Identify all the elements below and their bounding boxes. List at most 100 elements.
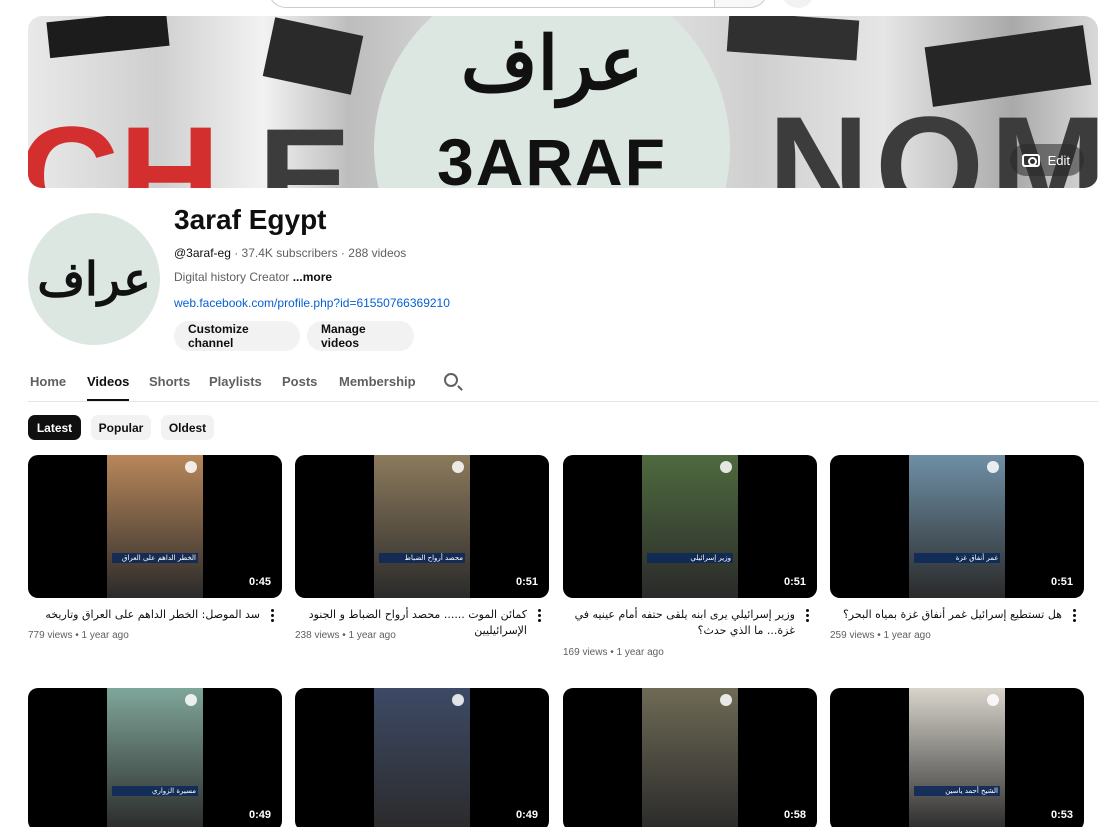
video-thumbnail[interactable]: مسيرة الزواري 0:49 [28, 688, 282, 827]
search-button[interactable] [714, 0, 768, 8]
banner-letters-red: CH [28, 97, 221, 189]
voice-search-button[interactable] [782, 0, 814, 8]
manage-videos-button[interactable]: Manage videos [307, 321, 414, 351]
channel-stats: · 37.4K subscribers · 288 videos [230, 246, 407, 260]
video-card[interactable]: غمر أنفاق غزة 0:51 هل تستطيع إسرائيل غمر أ… [830, 455, 1084, 665]
thumbnail-caption: مسيرة الزواري [112, 786, 198, 797]
video-age: 1 year ago [616, 647, 664, 658]
video-duration: 0:45 [248, 576, 271, 588]
channel-name: 3araf Egypt [174, 204, 327, 235]
meta-separator: • [874, 630, 884, 641]
menu-dot [271, 619, 274, 622]
video-card[interactable]: وزير إسرائيلي 0:51 وزير إسرائيلي يرى ابنه … [563, 455, 817, 665]
video-views: 169 views [563, 647, 608, 658]
video-meta: 259 views • 1 year ago [830, 630, 931, 641]
video-thumbnail[interactable]: الخطر الداهم على العراق 0:45 [28, 455, 282, 598]
video-views: 259 views [830, 630, 875, 641]
chip-popular[interactable]: Popular [91, 415, 151, 440]
video-duration: 0:53 [1050, 809, 1073, 821]
avatar-logo-text: عراف [37, 252, 151, 306]
channel-watermark-icon [185, 461, 197, 473]
meta-separator: • [72, 630, 82, 641]
banner-shard [46, 16, 170, 59]
video-card[interactable]: 0:58 [563, 688, 817, 827]
channel-meta: @3araf-eg · 37.4K subscribers · 288 vide… [174, 246, 406, 260]
thumbnail-image [642, 455, 738, 598]
banner-edit-label: Edit [1047, 152, 1070, 168]
video-card[interactable]: 0:49 [295, 688, 549, 827]
channel-banner: CH E NOM عراف 3ARAF Edit [28, 16, 1098, 188]
menu-dot [538, 619, 541, 622]
active-tab-indicator [87, 399, 129, 401]
menu-dot [806, 614, 809, 617]
thumbnail-caption: محصد أرواح الضباط [379, 553, 465, 564]
more-options-icon[interactable] [806, 609, 810, 623]
video-title[interactable]: سد الموصل: الخطر الداهم على العراق وتاري… [28, 607, 260, 623]
channel-description[interactable]: Digital history Creator ...more [174, 270, 332, 284]
more-options-icon[interactable] [271, 609, 275, 623]
banner-arabic-logo: عراف [460, 21, 644, 107]
video-card[interactable]: الخطر الداهم على العراق 0:45 سد الموصل: ال… [28, 455, 282, 665]
menu-dot [271, 609, 274, 612]
menu-dot [1073, 614, 1076, 617]
tab-posts[interactable]: Posts [282, 374, 317, 389]
menu-dot [1073, 609, 1076, 612]
top-bar [0, 0, 1104, 10]
menu-dot [538, 614, 541, 617]
video-age: 1 year ago [81, 630, 129, 641]
video-card[interactable]: محصد أرواح الضباط 0:51 كمائن الموت ...... … [295, 455, 549, 665]
channel-watermark-icon [185, 694, 197, 706]
video-duration: 0:49 [515, 809, 538, 821]
search-icon[interactable] [444, 373, 458, 387]
video-views: 779 views [28, 630, 73, 641]
customize-channel-button[interactable]: Customize channel [174, 321, 300, 351]
video-card[interactable]: مسيرة الزواري 0:49 [28, 688, 282, 827]
video-age: 1 year ago [348, 630, 396, 641]
meta-separator: • [339, 630, 349, 641]
chip-latest[interactable]: Latest [28, 415, 81, 440]
tab-playlists[interactable]: Playlists [209, 374, 262, 389]
channel-tabs: Home Videos Shorts Playlists Posts Membe… [28, 364, 1098, 402]
video-duration: 0:49 [248, 809, 271, 821]
banner-latin-logo: 3ARAF [436, 125, 667, 188]
channel-watermark-icon [452, 461, 464, 473]
channel-watermark-icon [452, 694, 464, 706]
search-input[interactable] [268, 0, 714, 8]
thumbnail-image [642, 688, 738, 827]
more-options-icon[interactable] [538, 609, 542, 623]
video-thumbnail[interactable]: الشيخ أحمد ياسين 0:53 [830, 688, 1084, 827]
channel-avatar[interactable]: عراف [28, 213, 160, 345]
thumbnail-image [909, 455, 1005, 598]
banner-edit-button[interactable]: Edit [1009, 144, 1084, 176]
tab-shorts[interactable]: Shorts [149, 374, 190, 389]
video-title[interactable]: وزير إسرائيلي يرى ابنه يلقى حتفه أمام عي… [563, 607, 795, 639]
thumbnail-image [374, 455, 470, 598]
tab-home[interactable]: Home [30, 374, 66, 389]
video-thumbnail[interactable]: غمر أنفاق غزة 0:51 [830, 455, 1084, 598]
thumbnail-caption: غمر أنفاق غزة [914, 553, 1000, 564]
more-options-icon[interactable] [1073, 609, 1077, 623]
channel-watermark-icon [987, 461, 999, 473]
tab-membership[interactable]: Membership [339, 374, 416, 389]
video-age: 1 year ago [883, 630, 931, 641]
menu-dot [806, 619, 809, 622]
chip-oldest[interactable]: Oldest [161, 415, 214, 440]
video-thumbnail[interactable]: محصد أرواح الضباط 0:51 [295, 455, 549, 598]
banner-shard [262, 17, 364, 95]
channel-handle: @3araf-eg [174, 246, 231, 260]
video-title[interactable]: هل تستطيع إسرائيل غمر أنفاق غزة بمياه ال… [830, 607, 1062, 623]
menu-dot [538, 609, 541, 612]
more-link[interactable]: ...more [293, 270, 332, 284]
video-thumbnail[interactable]: وزير إسرائيلي 0:51 [563, 455, 817, 598]
video-thumbnail[interactable]: 0:49 [295, 688, 549, 827]
meta-separator: • [607, 647, 617, 658]
video-thumbnail[interactable]: 0:58 [563, 688, 817, 827]
thumbnail-image [107, 688, 203, 827]
video-card[interactable]: الشيخ أحمد ياسين 0:53 [830, 688, 1084, 827]
description-text: Digital history Creator [174, 270, 293, 284]
tab-videos[interactable]: Videos [87, 374, 129, 389]
channel-watermark-icon [987, 694, 999, 706]
channel-watermark-icon [720, 461, 732, 473]
channel-external-link[interactable]: web.facebook.com/profile.php?id=61550766… [174, 296, 450, 310]
video-meta: 238 views • 1 year ago [295, 630, 396, 641]
